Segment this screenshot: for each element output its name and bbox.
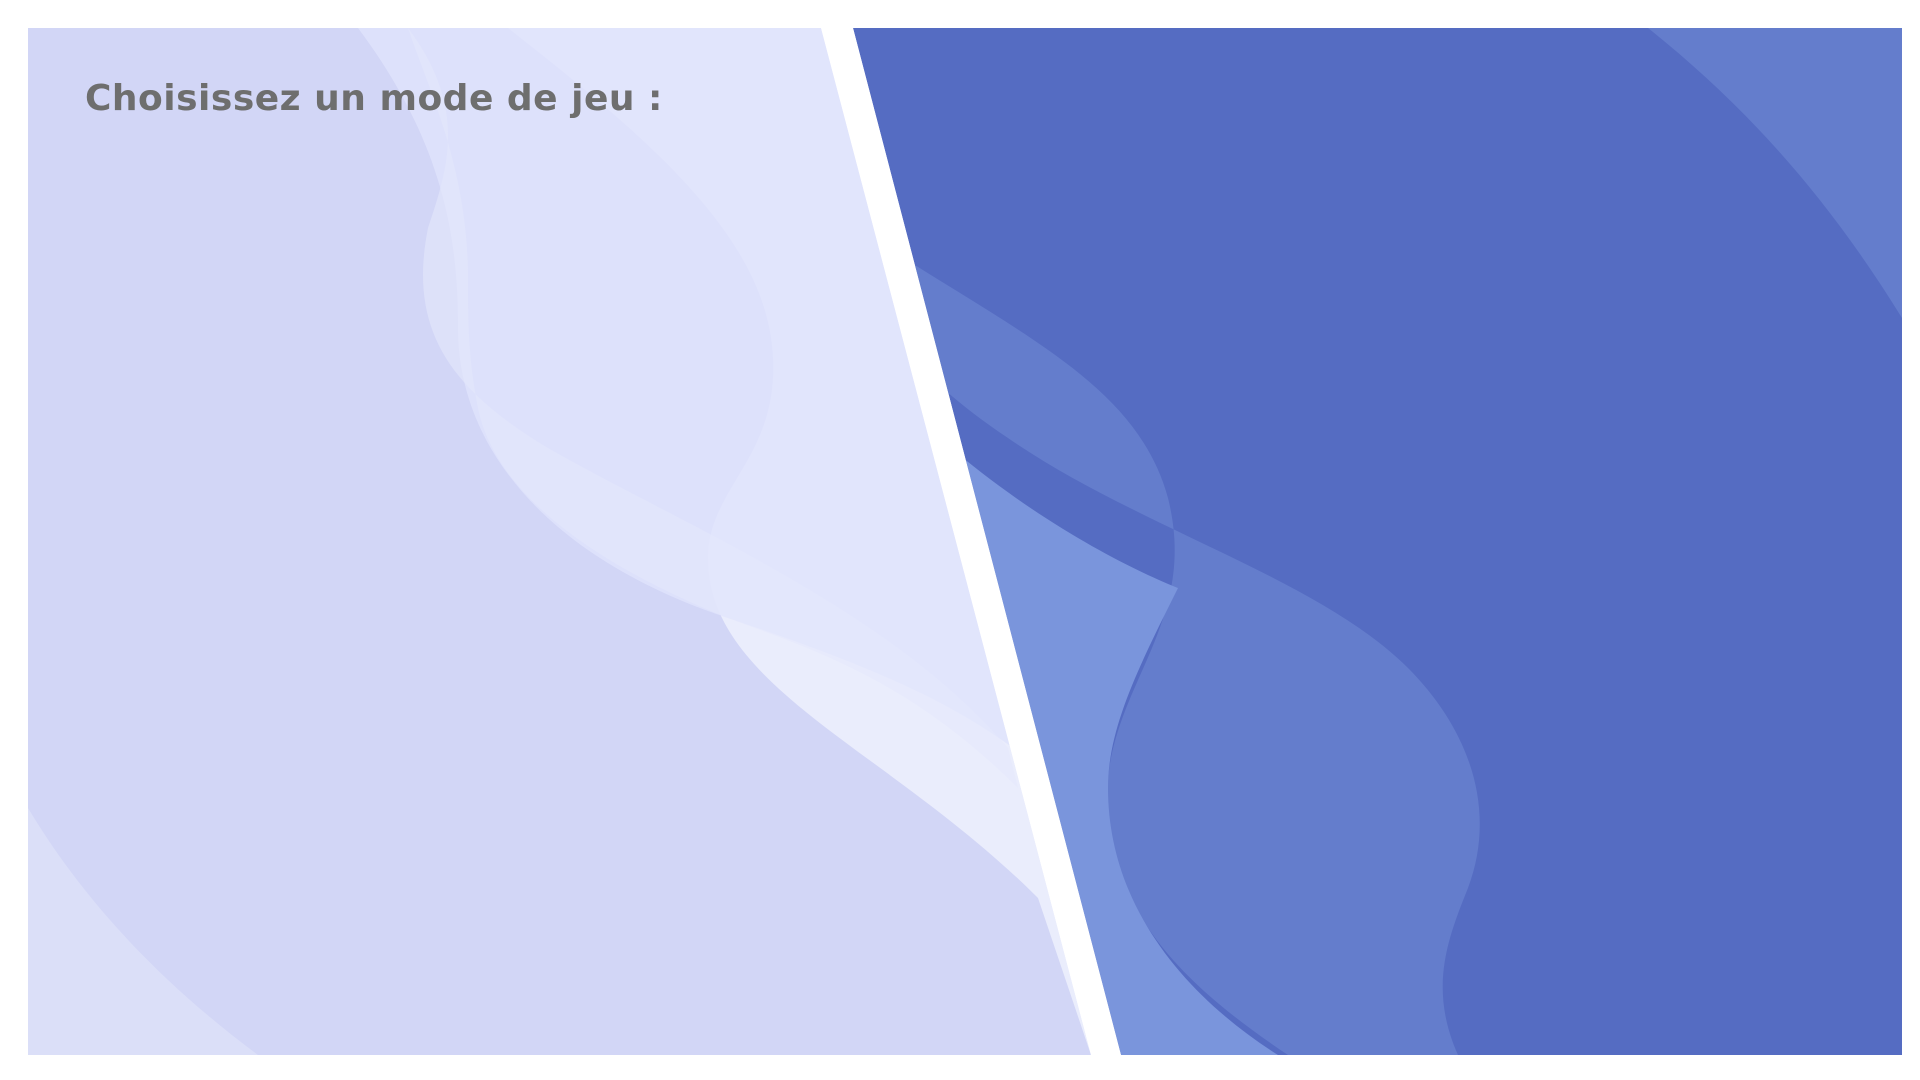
game-mode-selection-screen: Choisissez un mode de jeu : [28, 28, 1902, 1055]
page-title: Choisissez un mode de jeu : [85, 78, 663, 119]
mode-panels [28, 28, 1902, 1055]
